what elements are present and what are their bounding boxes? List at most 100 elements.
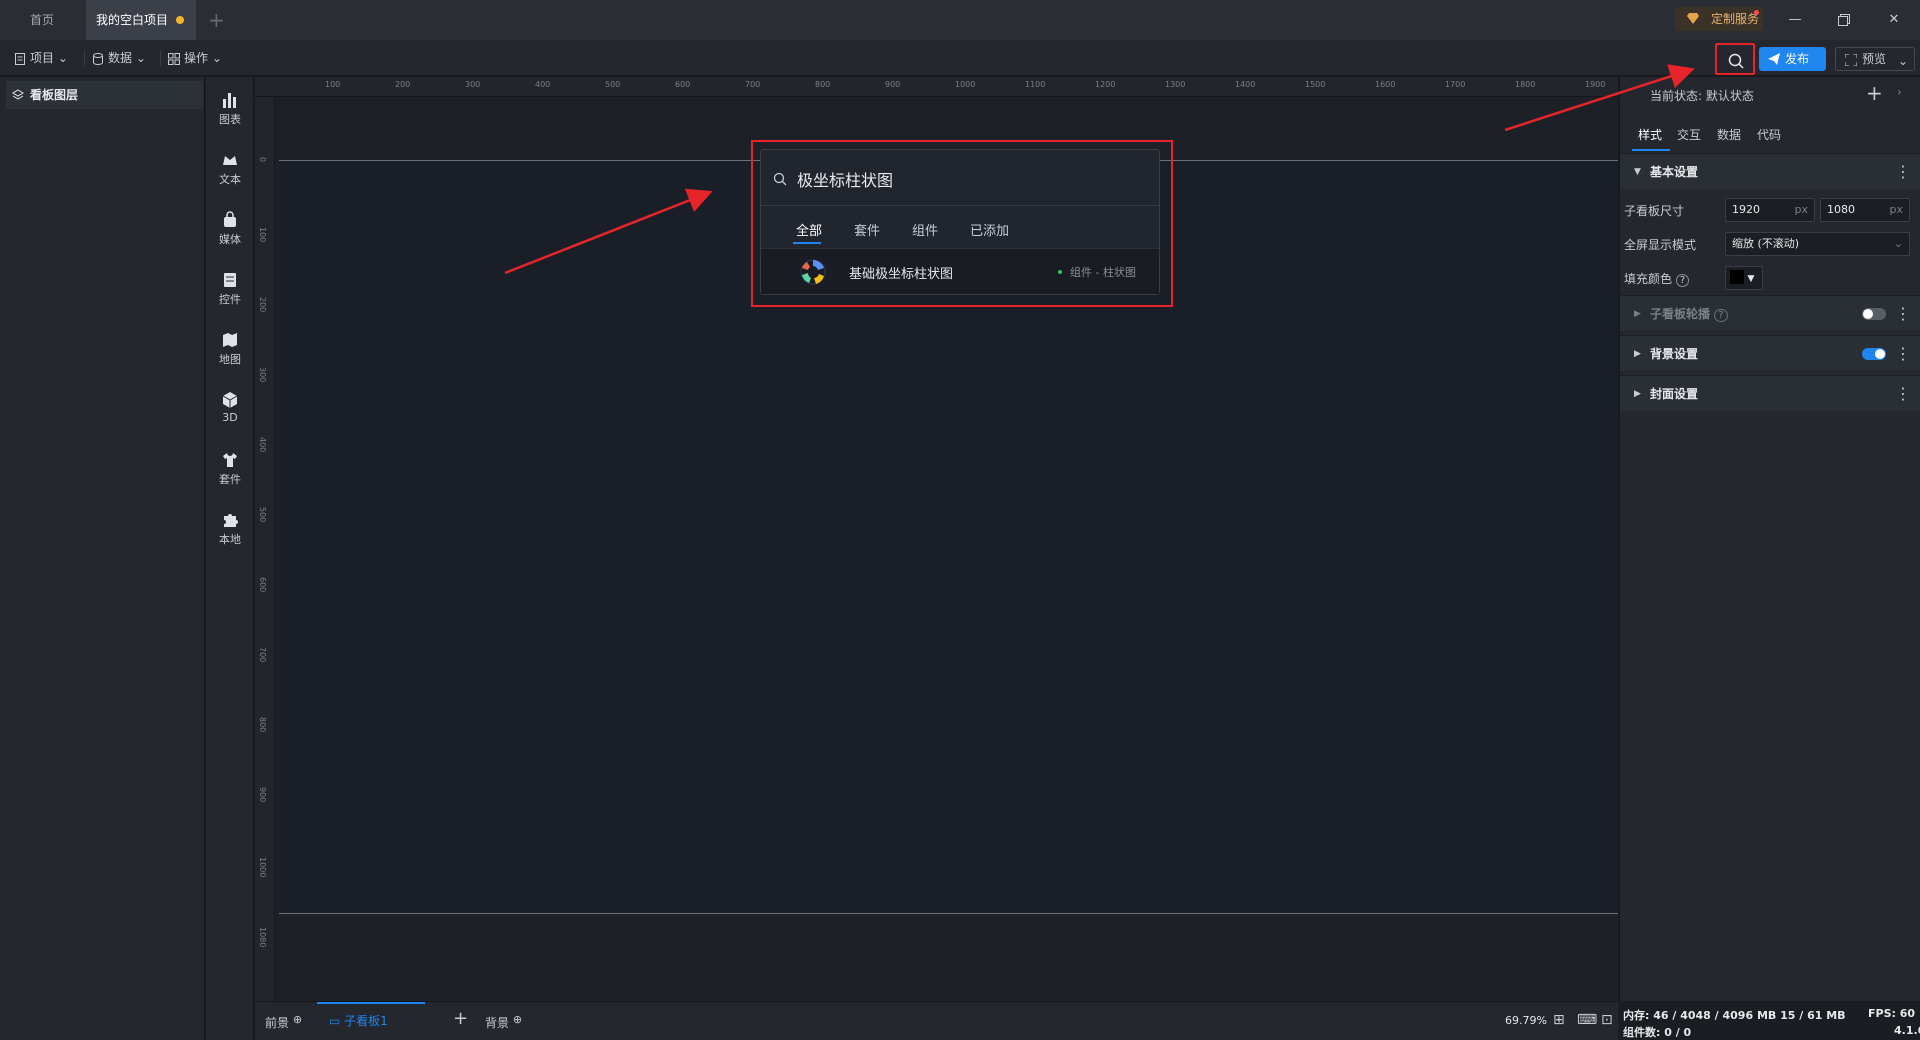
width-input[interactable]: 1920 px xyxy=(1725,198,1815,222)
section-background-title: 背景设置 xyxy=(1650,347,1699,361)
iconbar-control[interactable]: 控件 xyxy=(206,265,254,321)
notification-dot-icon xyxy=(1754,10,1759,15)
add-circle-icon[interactable]: ⊕ xyxy=(513,1013,522,1026)
add-state-icon[interactable]: + xyxy=(1866,81,1883,105)
props-tab-code[interactable]: 代码 xyxy=(1757,126,1781,143)
add-tab-icon[interactable]: + xyxy=(208,8,225,32)
layers-title: 看板图层 xyxy=(30,88,79,102)
background-tab[interactable]: 背景 ⊕ xyxy=(485,1013,522,1031)
fill-color-picker[interactable]: ▼ xyxy=(1725,266,1763,290)
section-basic[interactable]: ▼ 基本设置 ⋮ xyxy=(1620,153,1920,189)
iconbar-suite-label: 套件 xyxy=(219,473,241,486)
caret-right-icon: ▶ xyxy=(1634,349,1641,359)
height-value: 1080 xyxy=(1827,203,1855,216)
background-toggle[interactable] xyxy=(1862,348,1886,360)
menu-data[interactable]: 数据 ⌄ xyxy=(92,49,146,67)
section-cover[interactable]: ▶ 封面设置 ⋮ xyxy=(1620,375,1920,411)
iconbar-text[interactable]: 文本 xyxy=(206,145,254,201)
fullscreen-select[interactable]: 缩放 (不滚动) ⌄ xyxy=(1725,232,1910,256)
search-button[interactable] xyxy=(1715,43,1755,75)
more-icon[interactable]: ⋮ xyxy=(1895,376,1911,412)
popup-search-field[interactable]: 极坐标柱状图 xyxy=(761,150,1159,206)
popup-tab-component[interactable]: 组件 xyxy=(912,220,938,239)
help-icon[interactable]: ? xyxy=(1714,309,1728,322)
section-background[interactable]: ▶ 背景设置 ⋮ xyxy=(1620,335,1920,371)
properties-panel: 当前状态: 默认状态 + › 样式 交互 数据 代码 ▼ 基本设置 ⋮ 子看板尺… xyxy=(1619,77,1920,1001)
chevron-down-icon[interactable]: ⌄ xyxy=(1898,50,1908,72)
menu-operation[interactable]: 操作 ⌄ xyxy=(168,49,222,67)
divider xyxy=(160,50,161,66)
add-board-icon[interactable]: + xyxy=(453,1008,468,1029)
iconbar-local[interactable]: 本地 xyxy=(206,505,254,561)
result-thumbnail xyxy=(783,254,843,290)
close-icon[interactable]: ✕ xyxy=(1880,8,1908,32)
layers-icon xyxy=(12,89,24,100)
fit-screen-icon[interactable]: ⊞ xyxy=(1553,1012,1565,1028)
section-basic-title: 基本设置 xyxy=(1650,165,1699,179)
zoom-level[interactable]: 69.79% xyxy=(1505,1014,1547,1027)
status-dot-icon xyxy=(1058,270,1062,274)
minimize-icon[interactable]: — xyxy=(1781,8,1809,32)
ruler-tick-label: 1900 xyxy=(1585,80,1606,89)
props-tab-interaction[interactable]: 交互 xyxy=(1677,126,1701,143)
ruler-tick-label: 1000 xyxy=(258,857,267,878)
add-circle-icon[interactable]: ⊕ xyxy=(293,1013,302,1026)
iconbar-media[interactable]: 媒体 xyxy=(206,205,254,261)
popup-tab-suite[interactable]: 套件 xyxy=(854,220,880,239)
crown-text-icon xyxy=(223,156,237,165)
iconbar-chart[interactable]: 图表 xyxy=(206,85,254,141)
diamond-icon xyxy=(1687,13,1699,24)
more-icon[interactable]: ⋮ xyxy=(1895,296,1911,332)
ruler-tick-label: 800 xyxy=(258,717,267,733)
ruler-tick-label: 1400 xyxy=(1235,80,1256,89)
caret-right-icon: ▶ xyxy=(1634,309,1641,319)
iconbar-suite[interactable]: 套件 xyxy=(206,445,254,501)
foreground-label: 前景 xyxy=(265,1016,290,1030)
layers-header[interactable]: 看板图层 xyxy=(6,81,203,109)
more-icon[interactable]: ⋮ xyxy=(1895,336,1911,372)
fill-color-label: 填充颜色 ? xyxy=(1624,270,1690,287)
props-tab-style[interactable]: 样式 xyxy=(1638,126,1662,143)
chevron-right-icon[interactable]: › xyxy=(1897,85,1902,99)
active-tab-indicator xyxy=(793,242,821,244)
ruler-tick-label: 0 xyxy=(258,157,267,163)
ruler-tick-label: 700 xyxy=(745,80,761,89)
size-label: 子看板尺寸 xyxy=(1624,204,1685,218)
help-icon[interactable]: ? xyxy=(1675,274,1690,287)
height-input[interactable]: 1080 px xyxy=(1820,198,1910,222)
popup-tab-all[interactable]: 全部 xyxy=(796,220,822,239)
component-iconbar: 图表 文本 媒体 控件 地图 3D 套件 本地 xyxy=(206,77,254,1040)
tab-home[interactable]: 首页 xyxy=(16,0,71,40)
fullscreen-value: 缩放 (不滚动) xyxy=(1732,237,1800,250)
title-bar: 首页 我的空白项目 + 定制服务 — ✕ xyxy=(0,0,1920,40)
menu-project[interactable]: 项目 ⌄ xyxy=(14,49,68,67)
search-query-text[interactable]: 极坐标柱状图 xyxy=(797,167,893,191)
iconbar-3d[interactable]: 3D xyxy=(206,385,254,441)
terminal-icon[interactable]: ⊡ xyxy=(1601,1012,1613,1028)
ruler-tick-label: 1300 xyxy=(1165,80,1186,89)
keyboard-icon[interactable]: ⌨ xyxy=(1577,1012,1597,1028)
carousel-toggle[interactable] xyxy=(1862,308,1886,320)
custom-service-button[interactable]: 定制服务 xyxy=(1675,7,1763,31)
props-tab-data[interactable]: 数据 xyxy=(1717,126,1741,143)
subboard-label: 子看板1 xyxy=(344,1014,388,1028)
search-icon xyxy=(773,172,787,186)
media-bag-icon xyxy=(224,211,236,227)
iconbar-map[interactable]: 地图 xyxy=(206,325,254,381)
ruler-tick-label: 100 xyxy=(258,227,267,243)
section-carousel[interactable]: ▶ 子看板轮播 ? ⋮ xyxy=(1620,295,1920,331)
tab-project[interactable]: 我的空白项目 xyxy=(86,0,196,40)
ruler-tick-label: 1500 xyxy=(1305,80,1326,89)
more-icon[interactable]: ⋮ xyxy=(1895,154,1911,190)
preview-button[interactable]: 预览 ⌄ xyxy=(1835,47,1915,71)
fullscreen-label: 全屏显示模式 xyxy=(1624,238,1697,252)
publish-button[interactable]: 发布 xyxy=(1759,47,1826,71)
foreground-tab[interactable]: 前景 ⊕ xyxy=(265,1013,302,1031)
restore-icon[interactable] xyxy=(1830,8,1858,32)
publish-label: 发布 xyxy=(1785,52,1810,66)
vertical-ruler: 0 100 200 300 400 500 600 700 800 900 1000 1080 xyxy=(255,97,275,1001)
subboard-tab[interactable]: ▭ 子看板1 xyxy=(317,1002,425,1040)
fill-color-label-text: 填充颜色 xyxy=(1624,272,1673,286)
search-result-item[interactable]: 基础极坐标柱状图 组件 - 柱状图 xyxy=(761,248,1159,294)
popup-tab-added[interactable]: 已添加 xyxy=(970,220,1009,239)
